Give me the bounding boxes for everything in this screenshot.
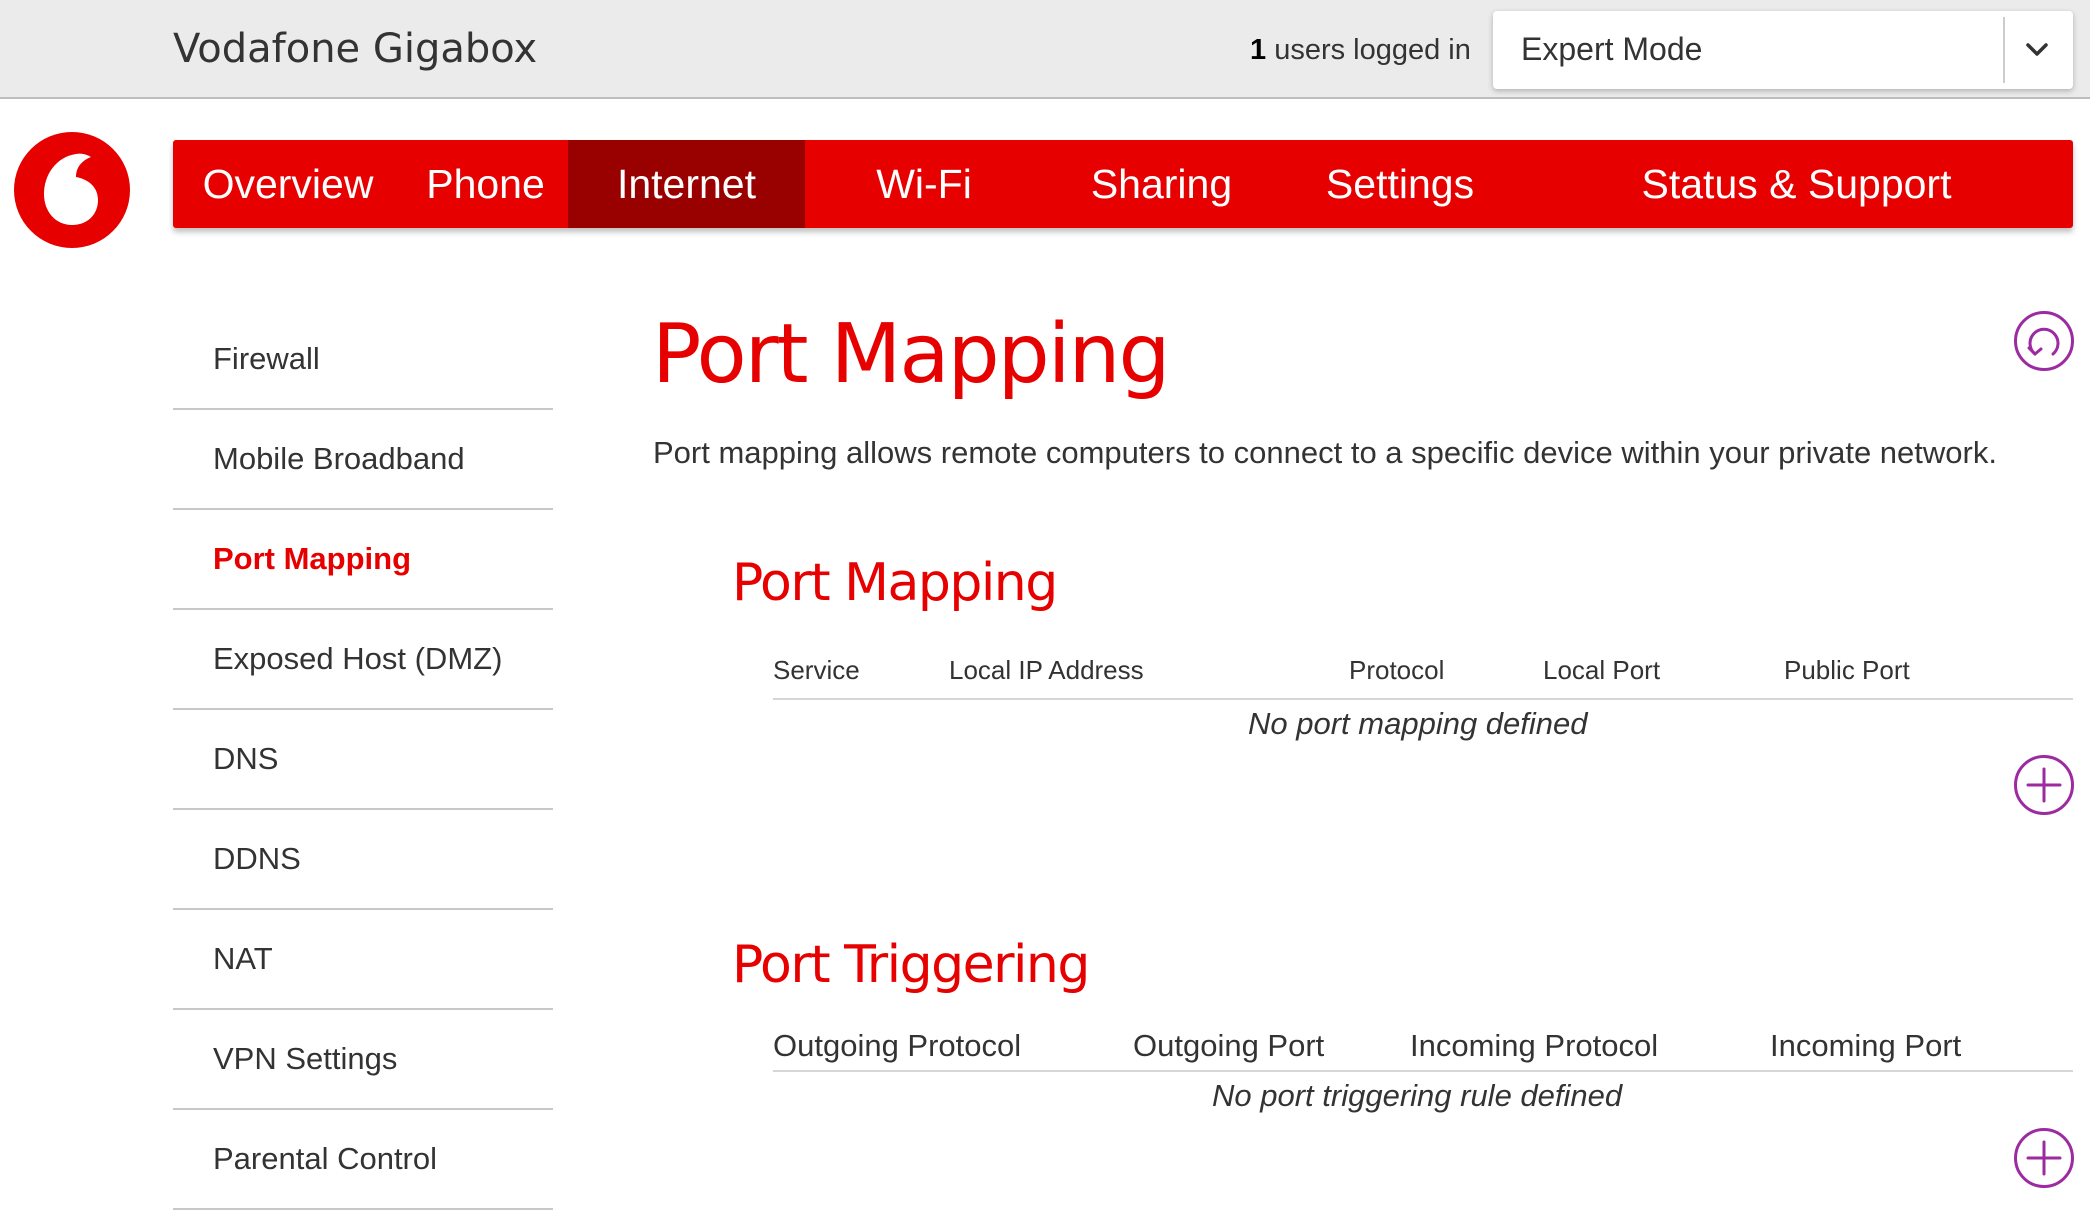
add-port-triggering-button[interactable] xyxy=(2013,1127,2075,1189)
port-triggering-empty-message: No port triggering rule defined xyxy=(1212,1078,1623,1113)
brand-title: Vodafone Gigabox xyxy=(173,26,538,72)
column-header-protocol: Protocol xyxy=(1349,655,1445,685)
nav-item-settings[interactable]: Settings xyxy=(1280,140,1520,228)
sidebar-item-ddns[interactable]: DDNS xyxy=(173,810,553,910)
page-description: Port mapping allows remote computers to … xyxy=(653,435,1997,470)
vodafone-logo[interactable] xyxy=(12,130,132,250)
table-divider xyxy=(773,1070,2073,1072)
page-title: Port Mapping xyxy=(652,307,1171,402)
column-header-public-port: Public Port xyxy=(1784,655,1910,685)
users-text: users logged in xyxy=(1266,34,1471,66)
column-header-service: Service xyxy=(773,655,860,685)
sidebar-item-dns[interactable]: DNS xyxy=(173,710,553,810)
sidebar-item-firewall[interactable]: Firewall xyxy=(173,310,553,410)
top-bar: Vodafone Gigabox 1 users logged in Exper… xyxy=(0,0,2090,99)
mode-select[interactable]: Expert Mode xyxy=(1493,11,2073,89)
column-header-incoming-protocol: Incoming Protocol xyxy=(1410,1028,1659,1063)
sidebar-item-port-mapping[interactable]: Port Mapping xyxy=(173,510,553,610)
column-header-outgoing-port: Outgoing Port xyxy=(1133,1028,1325,1063)
nav-item-status-support[interactable]: Status & Support xyxy=(1520,140,2073,228)
sidebar-item-parental-control[interactable]: Parental Control xyxy=(173,1110,553,1210)
port-mapping-empty-message: No port mapping defined xyxy=(1248,706,1588,741)
nav-item-overview[interactable]: Overview xyxy=(173,140,403,228)
nav-item-wifi[interactable]: Wi-Fi xyxy=(805,140,1043,228)
sidebar-item-exposed-host[interactable]: Exposed Host (DMZ) xyxy=(173,610,553,710)
sidebar: Firewall Mobile Broadband Port Mapping E… xyxy=(173,310,553,1210)
nav-item-internet[interactable]: Internet xyxy=(568,140,805,228)
sidebar-item-vpn-settings[interactable]: VPN Settings xyxy=(173,1010,553,1110)
nav-item-phone[interactable]: Phone xyxy=(403,140,568,228)
mode-select-divider xyxy=(2003,17,2005,83)
column-header-local-ip: Local IP Address xyxy=(949,655,1144,685)
port-triggering-section-title: Port Triggering xyxy=(732,935,1090,995)
refresh-icon[interactable] xyxy=(2013,310,2075,372)
users-logged-in: 1 users logged in xyxy=(1250,34,1471,67)
main-nav: Overview Phone Internet Wi-Fi Sharing Se… xyxy=(173,140,2073,228)
sidebar-item-nat[interactable]: NAT xyxy=(173,910,553,1010)
port-mapping-section-title: Port Mapping xyxy=(732,553,1058,613)
mode-select-value: Expert Mode xyxy=(1521,31,1703,67)
nav-item-sharing[interactable]: Sharing xyxy=(1043,140,1280,228)
users-count: 1 xyxy=(1250,34,1267,66)
sidebar-item-mobile-broadband[interactable]: Mobile Broadband xyxy=(173,410,553,510)
column-header-local-port: Local Port xyxy=(1543,655,1661,685)
table-divider xyxy=(773,698,2073,700)
chevron-down-icon[interactable] xyxy=(2017,37,2057,63)
add-port-mapping-button[interactable] xyxy=(2013,754,2075,816)
column-header-incoming-port: Incoming Port xyxy=(1770,1028,1962,1063)
column-header-outgoing-protocol: Outgoing Protocol xyxy=(773,1028,1022,1063)
